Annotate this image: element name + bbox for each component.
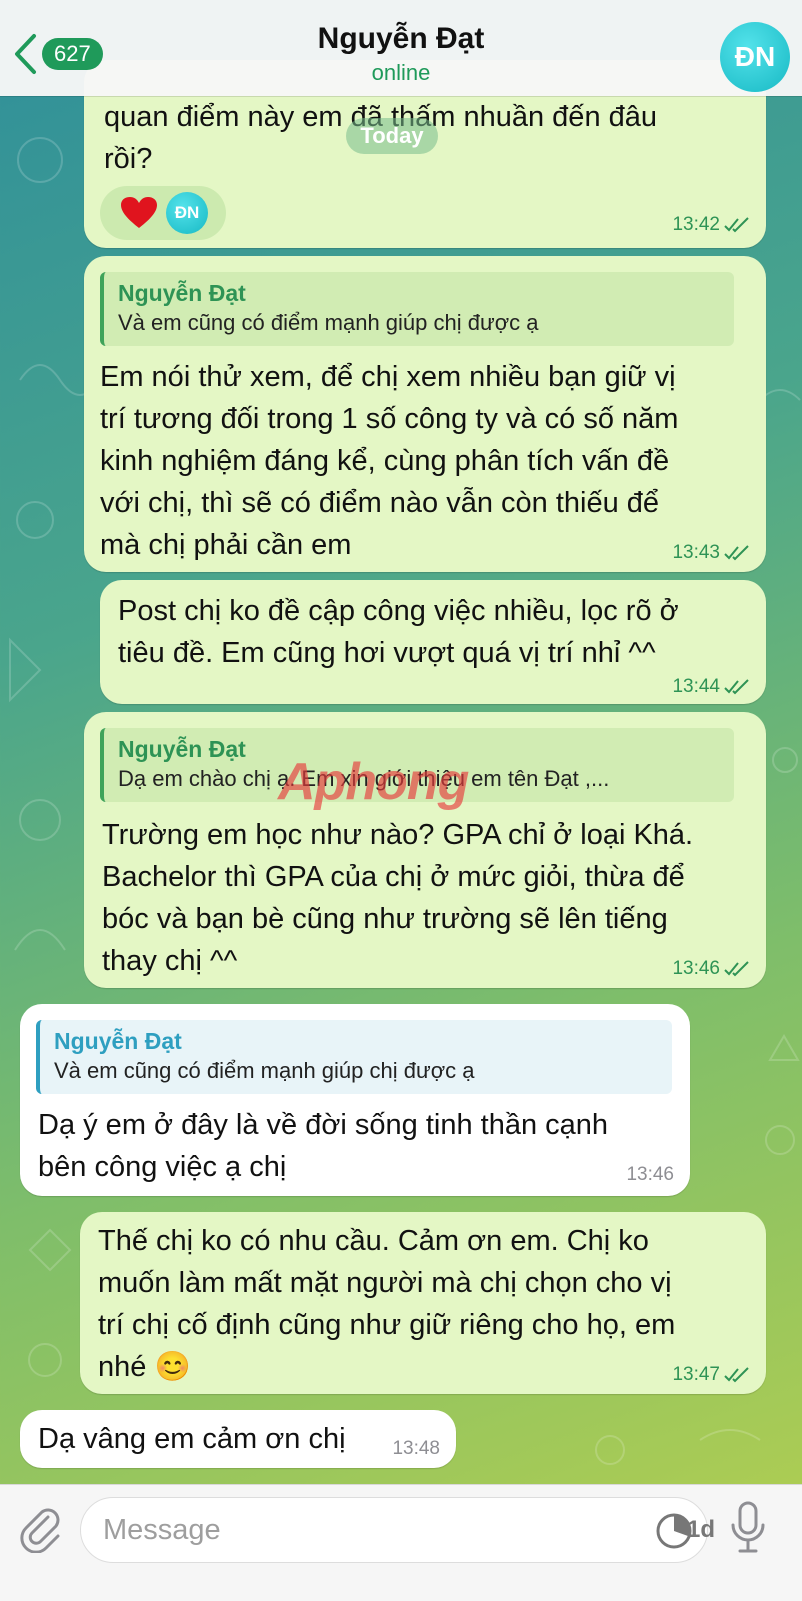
microphone-icon[interactable]: [728, 1501, 768, 1557]
reply-quote[interactable]: Nguyễn Đạt Và em cũng có điểm mạnh giúp …: [100, 272, 734, 346]
reply-text: Và em cũng có điểm mạnh giúp chị được ạ: [118, 310, 539, 335]
message-text-line: nhé 😊: [98, 1351, 191, 1383]
message-composer: Message 1d: [0, 1484, 802, 1601]
contact-name[interactable]: Nguyễn Đạt: [0, 22, 802, 56]
message-text-line: Trường em học như nào? GPA chỉ ở loại Kh…: [102, 819, 694, 851]
message-text-line: với chị, thì sẽ có điểm nào vẫn còn thiế…: [100, 487, 660, 519]
contact-avatar[interactable]: ĐN: [720, 22, 790, 92]
message-text-line: Thế chị ko có nhu cầu. Cảm ơn em. Chị ko: [98, 1225, 649, 1257]
message-text-line: mà chị phải cần em: [100, 529, 352, 561]
message-meta: 13:48: [392, 1438, 440, 1460]
paperclip-icon[interactable]: [18, 1505, 62, 1553]
watermark-logo: Aphong: [278, 753, 469, 811]
double-check-icon: [724, 1367, 749, 1383]
timer-icon[interactable]: [655, 1512, 693, 1550]
message-text-line: kinh nghiệm đáng kể, cùng phân tích vấn …: [100, 445, 670, 477]
message-input[interactable]: Message 1d: [80, 1497, 715, 1563]
message-text-line: Post chị ko đề cập công việc nhiều, lọc …: [118, 595, 679, 627]
message-time: 13:47: [672, 1364, 720, 1385]
message-meta: 13:42: [672, 214, 750, 236]
message-text-line: trí tương đối trong 1 số công ty và có s…: [100, 403, 679, 435]
message-meta: 13:46: [672, 958, 750, 980]
contact-status: online: [371, 60, 431, 85]
message-text-line: thay chị ^^: [102, 945, 238, 977]
message-text-line: Em nói thử xem, để chị xem nhiều bạn giữ…: [100, 361, 676, 393]
message-meta: 13:43: [672, 542, 750, 564]
message-text-line: Dạ ý em ở đây là về đời sống tinh thần c…: [38, 1109, 609, 1141]
message-meta: 13:47: [672, 1364, 750, 1386]
message-text-line: Bachelor thì GPA của chị ở mức giỏi, thừ…: [102, 861, 685, 893]
message-time: 13:43: [672, 542, 720, 563]
message-meta: 13:44: [672, 676, 750, 698]
heart-icon: [121, 197, 157, 228]
double-check-icon: [724, 679, 749, 695]
message-time: 13:44: [672, 676, 720, 697]
message-bubble-outgoing[interactable]: Thế chị ko có nhu cầu. Cảm ơn em. Chị ko…: [80, 1212, 766, 1394]
message-time: 13:48: [392, 1438, 440, 1459]
double-check-icon: [724, 217, 749, 233]
chat-header: 627 Nguyễn Đạt online ĐN: [0, 0, 802, 96]
message-time: 13:46: [626, 1164, 674, 1185]
message-text-line: bóc và bạn bè cũng như trường sẽ lên tiế…: [102, 903, 668, 935]
message-meta: 13:46: [626, 1164, 674, 1186]
message-text-line: trí chị cố định cũng như giữ riêng cho h…: [98, 1309, 676, 1341]
reply-quote[interactable]: Nguyễn Đạt Và em cũng có điểm mạnh giúp …: [36, 1020, 672, 1094]
double-check-icon: [724, 961, 749, 977]
reply-author: Nguyễn Đạt: [118, 280, 246, 306]
date-chip: Today: [346, 118, 438, 154]
double-check-icon: [724, 545, 749, 561]
message-bubble-outgoing[interactable]: Nguyễn Đạt Và em cũng có điểm mạnh giúp …: [84, 256, 766, 572]
message-time: 13:46: [672, 958, 720, 979]
message-reaction[interactable]: ĐN: [100, 186, 226, 240]
message-bubble-incoming[interactable]: Dạ vâng em cảm ơn chị 13:48: [20, 1410, 456, 1468]
reaction-avatar: ĐN: [166, 192, 208, 234]
message-text-line: tiêu đề. Em cũng hơi vượt quá vị trí nhỉ…: [118, 637, 656, 669]
message-bubble-incoming[interactable]: Nguyễn Đạt Và em cũng có điểm mạnh giúp …: [20, 1004, 690, 1196]
message-text-line: Dạ vâng em cảm ơn chị: [38, 1423, 346, 1455]
message-input-placeholder: Message: [103, 1514, 221, 1546]
reply-text: Và em cũng có điểm mạnh giúp chị được ạ: [54, 1058, 475, 1083]
message-text-line: muốn làm mất mặt người mà chị chọn cho v…: [98, 1267, 672, 1299]
message-bubble-outgoing[interactable]: Post chị ko đề cập công việc nhiều, lọc …: [100, 580, 766, 704]
reply-author: Nguyễn Đạt: [54, 1028, 182, 1054]
message-time: 13:42: [672, 214, 720, 235]
message-text-line: bên công việc ạ chị: [38, 1151, 287, 1183]
